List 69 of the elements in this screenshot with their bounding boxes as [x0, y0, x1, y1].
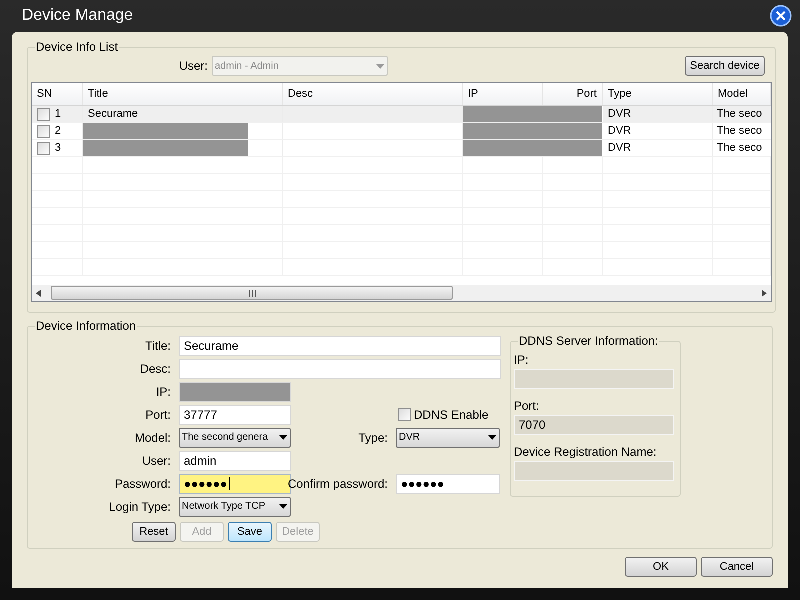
field-label: IP: — [156, 384, 171, 400]
field-label: Title: — [145, 338, 171, 354]
table-cell-text: 2 — [55, 124, 62, 139]
form-button[interactable]: Save — [228, 522, 272, 542]
table-cell-text: 1 — [55, 106, 62, 122]
field-label: Desc: — [140, 360, 171, 378]
field-label: Device Registration Name: — [514, 444, 658, 461]
field-label: Port: — [146, 406, 171, 424]
window-title: Device Manage — [22, 6, 134, 26]
checkbox-label: DDNS Enable — [414, 406, 489, 424]
column-header[interactable]: Desc — [288, 86, 314, 102]
table-row[interactable]: 2 DVR The seco — [32, 123, 771, 140]
dialog-button[interactable]: Cancel — [701, 557, 773, 577]
column-header[interactable]: Port — [576, 86, 597, 102]
dropdown-arrow-icon — [376, 64, 385, 68]
table-cell-text: The seco — [717, 140, 762, 156]
table-cell-text: The seco — [717, 106, 762, 122]
checkbox[interactable] — [37, 124, 50, 138]
table-cell-text: The seco — [717, 124, 762, 139]
checkbox[interactable] — [37, 142, 50, 154]
table-cell-text: DVR — [608, 124, 632, 139]
type-dropdown[interactable]: DVR — [396, 428, 500, 448]
table-cell-text: DVR — [608, 106, 632, 122]
group-title: Device Information — [35, 320, 138, 332]
ip-field[interactable] — [179, 382, 291, 402]
confirm-password-field[interactable]: ●●●●●● — [396, 474, 500, 494]
scroll-right-icon[interactable] — [762, 290, 767, 296]
user-label: User: — [179, 58, 208, 75]
dialog-button[interactable]: OK — [625, 557, 697, 577]
table-cell-text: DVR — [608, 140, 632, 156]
table-row[interactable]: 3 DVR The seco — [32, 140, 771, 157]
column-header[interactable]: Model — [718, 86, 748, 102]
grip-icon — [248, 290, 256, 296]
column-header[interactable]: IP — [468, 86, 478, 102]
form-button[interactable]: Reset — [132, 522, 176, 542]
field-label: Password: — [114, 476, 171, 492]
field-label: Login Type: — [109, 498, 171, 516]
dropdown-arrow-icon — [488, 435, 497, 440]
user-field[interactable]: admin — [179, 450, 291, 470]
dropdown-arrow-icon — [279, 504, 288, 509]
port-field[interactable]: 37777 — [179, 404, 291, 424]
close-icon[interactable] — [770, 5, 792, 27]
model-dropdown[interactable]: The second genera — [179, 428, 291, 448]
table-cell-text: Securame — [87, 106, 140, 122]
field-label: IP: — [514, 352, 530, 369]
title-field[interactable]: Securame — [179, 336, 501, 356]
group-title: Device Info List — [35, 41, 120, 53]
table-row[interactable]: 1 Securame DVR The seco — [32, 106, 771, 123]
field-label: Type: — [358, 430, 388, 446]
ddns-ip-field[interactable] — [514, 369, 674, 389]
field-label: Model: — [134, 430, 171, 446]
table-cell-text: 3 — [55, 140, 62, 156]
field-label: Port: — [514, 398, 540, 415]
group-title: DDNS Server Information: — [518, 335, 660, 347]
field-label: User: — [142, 452, 171, 470]
registration-name-field[interactable] — [514, 461, 674, 481]
search-device-button[interactable]: Search device — [685, 56, 765, 76]
desc-field[interactable] — [179, 358, 501, 378]
column-header[interactable]: SN — [37, 86, 52, 102]
login-type-dropdown[interactable]: Network Type TCP — [179, 496, 291, 516]
scrollbar-thumb[interactable] — [51, 286, 453, 300]
column-header[interactable]: Type — [608, 86, 632, 102]
checkbox[interactable] — [37, 108, 50, 120]
dropdown-arrow-icon — [279, 435, 288, 440]
ddns-port-field[interactable]: 7070 — [514, 415, 674, 435]
horizontal-scrollbar[interactable] — [32, 285, 771, 301]
scroll-left-icon[interactable] — [36, 290, 41, 296]
column-header[interactable]: Title — [88, 86, 108, 102]
checkbox[interactable] — [398, 408, 411, 421]
